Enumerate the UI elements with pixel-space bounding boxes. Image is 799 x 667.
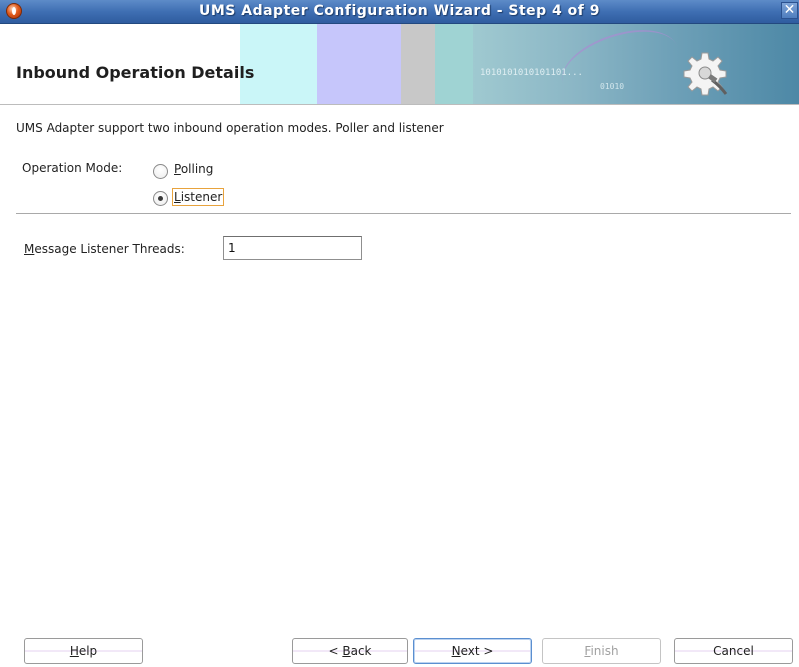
page-title: Inbound Operation Details <box>16 63 255 82</box>
listener-threads-input[interactable] <box>223 236 362 260</box>
section-divider <box>16 213 791 214</box>
button-label: inish <box>590 644 619 658</box>
close-button[interactable]: ✕ <box>781 2 798 19</box>
listener-radio-label[interactable]: Listener <box>172 188 225 206</box>
banner-strip <box>401 24 435 104</box>
back-button[interactable]: < Back <box>292 638 408 664</box>
button-label: ack <box>350 644 372 658</box>
listener-threads-label: Message Listener Threads: <box>24 242 185 256</box>
mnemonic-char: H <box>69 644 79 658</box>
mnemonic-char: M <box>24 242 35 256</box>
banner-strip <box>435 24 473 104</box>
button-label: elp <box>78 644 98 658</box>
banner-strip <box>317 24 401 104</box>
description-text: UMS Adapter support two inbound operatio… <box>16 121 444 135</box>
help-button[interactable]: Help <box>24 638 143 664</box>
title-bar: UMS Adapter Configuration Wizard - Step … <box>0 0 799 24</box>
button-label: ext > <box>460 644 494 658</box>
label-text: istener <box>180 190 223 204</box>
polling-radio-label[interactable]: Polling <box>174 162 213 176</box>
button-label: Cancel <box>713 644 754 658</box>
mnemonic-char: P <box>174 162 181 176</box>
listener-radio[interactable] <box>153 191 168 206</box>
button-label: < <box>328 644 343 658</box>
header-divider <box>0 104 799 105</box>
wizard-header: 1010101010101101... 01010 Inbound Operat… <box>0 24 799 104</box>
label-text: olling <box>180 162 214 176</box>
polling-radio[interactable] <box>153 164 168 179</box>
banner-binary-text: 1010101010101101... <box>480 68 583 78</box>
cancel-button[interactable]: Cancel <box>674 638 793 664</box>
wizard-window: UMS Adapter Configuration Wizard - Step … <box>0 0 799 667</box>
label-text: essage Listener Threads: <box>34 242 185 256</box>
mnemonic-char: N <box>451 644 461 658</box>
next-button[interactable]: Next > <box>413 638 532 664</box>
window-title: UMS Adapter Configuration Wizard - Step … <box>198 3 600 19</box>
banner-binary-text: 01010 <box>600 82 625 91</box>
gear-plug-icon <box>683 52 728 96</box>
operation-mode-label: Operation Mode: <box>22 161 123 175</box>
mnemonic-char: L <box>174 190 181 204</box>
finish-button[interactable]: Finish <box>542 638 661 664</box>
mnemonic-char: B <box>342 644 351 658</box>
